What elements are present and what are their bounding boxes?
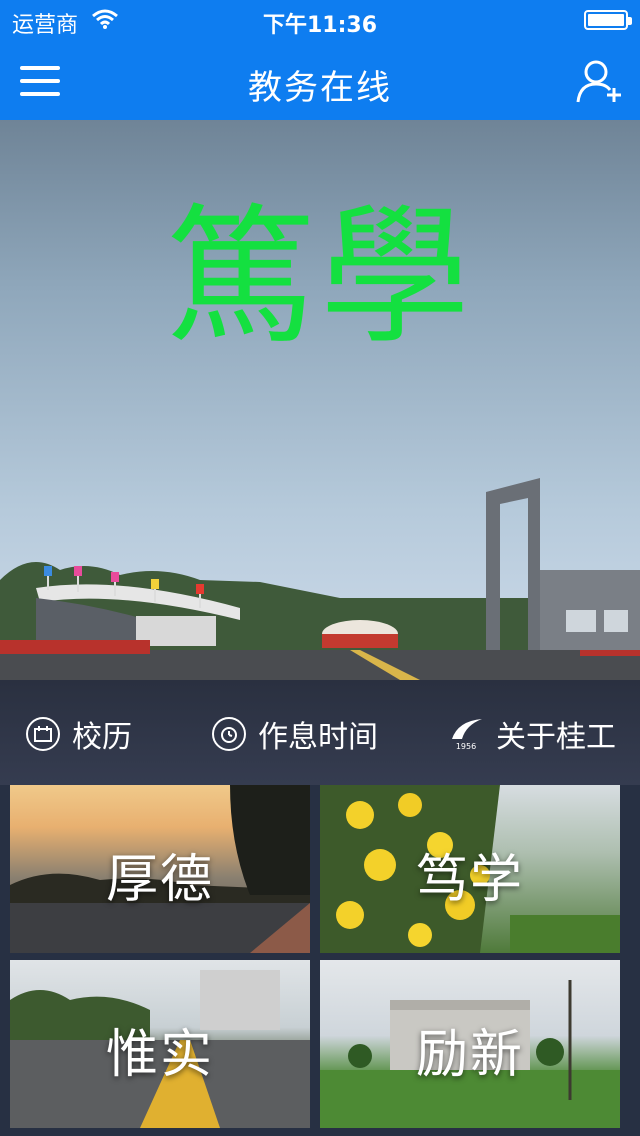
campus-banner: 篤學 xyxy=(0,120,640,680)
tile-duxue[interactable]: 笃学 xyxy=(320,785,620,953)
quick-link-schedule[interactable]: 作息时间 xyxy=(212,714,378,755)
motto-tiles-grid: 厚德 笃学 惟实 励新 xyxy=(0,785,640,1136)
calendar-icon xyxy=(26,717,60,751)
quick-link-about[interactable]: 1956 关于桂工 xyxy=(448,714,616,755)
quick-links-bar: 校历 作息时间 1956 关于桂工 xyxy=(0,680,640,785)
add-user-icon[interactable] xyxy=(576,58,624,104)
nav-bar: 教务在线 xyxy=(0,40,640,120)
battery-icon xyxy=(584,10,632,30)
quick-link-label: 作息时间 xyxy=(258,720,378,755)
status-bar: 运营商 下午11:36 xyxy=(0,0,640,40)
quick-link-label: 关于桂工 xyxy=(496,720,616,755)
tile-label: 励新 xyxy=(415,1025,524,1085)
tile-label: 笃学 xyxy=(415,850,524,910)
tile-weishi[interactable]: 惟实 xyxy=(10,960,310,1128)
school-logo-icon: 1956 xyxy=(448,717,484,751)
hero-title: 篤學 xyxy=(165,191,474,365)
page-title: 教务在线 xyxy=(248,68,392,108)
tile-lixin[interactable]: 励新 xyxy=(320,960,620,1128)
quick-link-calendar[interactable]: 校历 xyxy=(26,714,132,755)
tile-label: 厚德 xyxy=(105,850,214,910)
tile-houde[interactable]: 厚德 xyxy=(10,785,310,953)
quick-link-label: 校历 xyxy=(72,720,132,755)
tile-label: 惟实 xyxy=(105,1025,214,1085)
alarm-clock-icon xyxy=(212,717,246,751)
svg-text:1956: 1956 xyxy=(456,742,476,751)
clock: 下午11:36 xyxy=(262,13,378,38)
